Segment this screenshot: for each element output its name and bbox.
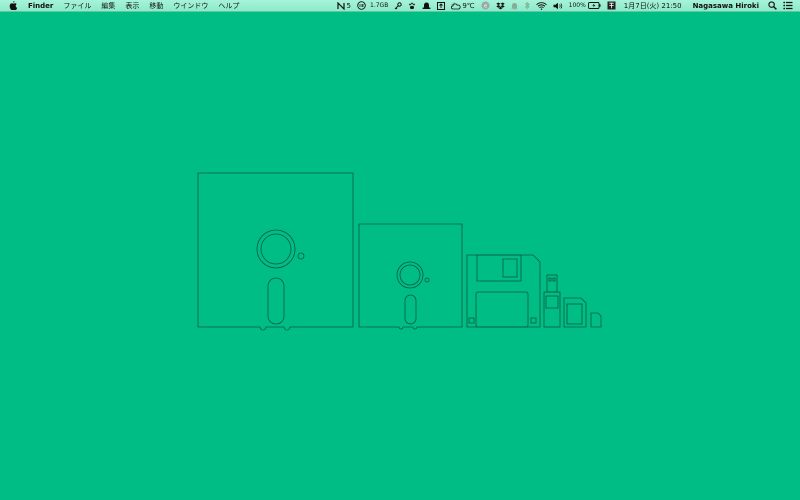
bell-icon[interactable]	[508, 2, 521, 10]
menu-file[interactable]: ファイル	[58, 0, 96, 12]
menu-app-finder[interactable]: Finder	[23, 0, 58, 12]
notification-status[interactable]: 5	[334, 0, 354, 12]
svg-text:e: e	[484, 3, 487, 9]
clock[interactable]: 1月7日(火) 21:50	[619, 0, 687, 12]
user-name[interactable]: Nagasawa Hiroki	[687, 2, 765, 10]
floppy-5inch-icon	[358, 223, 463, 330]
hat-icon[interactable]	[419, 2, 434, 10]
input-method-icon[interactable]	[604, 1, 619, 10]
wallpaper-storage-media	[197, 172, 602, 331]
app-n-icon	[336, 1, 345, 10]
wifi-icon[interactable]	[533, 1, 550, 10]
cloud-sun-icon	[451, 2, 461, 9]
apple-menu-icon[interactable]	[0, 1, 23, 10]
menu-bar: Finder ファイル 編集 表示 移動 ウインドウ ヘルプ 5 1.7GB 9…	[0, 0, 800, 12]
bluetooth-icon[interactable]	[521, 1, 533, 10]
menu-help[interactable]: ヘルプ	[213, 0, 244, 12]
temperature-value: 9℃	[462, 1, 475, 10]
microsd-card-icon	[590, 312, 602, 328]
notification-count: 5	[346, 1, 351, 10]
battery-percent: 100%	[568, 1, 586, 9]
volume-icon[interactable]	[550, 2, 566, 10]
key-icon[interactable]	[391, 1, 405, 10]
battery-status[interactable]: 100%	[566, 0, 604, 12]
menu-go[interactable]: 移動	[144, 0, 168, 12]
memory-value: 1.7GB	[370, 1, 389, 9]
spotlight-icon[interactable]	[765, 1, 780, 10]
usb-drive-icon	[543, 274, 561, 328]
memory-status[interactable]: 1.7GB	[354, 0, 391, 12]
grey-circle-icon[interactable]: e	[478, 1, 493, 10]
floppy-3inch-icon	[466, 254, 541, 328]
desktop[interactable]	[0, 13, 800, 500]
weather-status[interactable]: 9℃	[448, 0, 477, 12]
menu-window[interactable]: ウインドウ	[168, 0, 213, 12]
menu-edit[interactable]: 編集	[96, 0, 120, 12]
paw-icon[interactable]	[405, 2, 419, 10]
menu-view[interactable]: 表示	[120, 0, 144, 12]
notification-center-icon[interactable]	[780, 1, 796, 10]
box-arrow-icon[interactable]	[434, 1, 448, 10]
sd-card-icon	[563, 297, 587, 328]
battery-icon	[587, 2, 601, 9]
memory-gauge-icon	[357, 1, 366, 10]
dropbox-icon[interactable]	[493, 2, 508, 10]
floppy-8inch-icon	[197, 172, 354, 331]
